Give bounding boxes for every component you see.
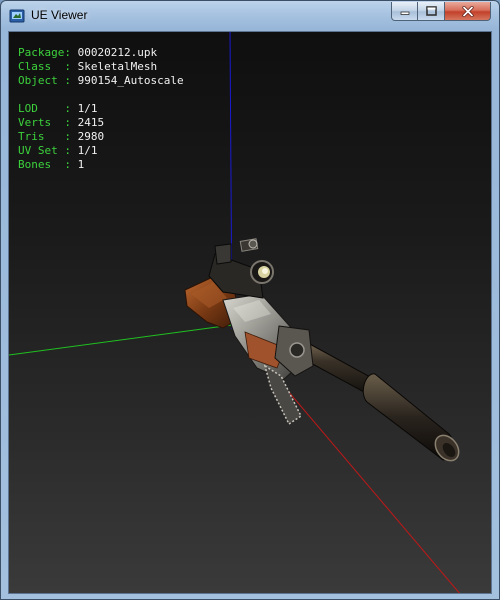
info-separator: : — [64, 130, 78, 143]
info-row-bones: Bones : 1 — [18, 158, 184, 172]
mesh-info-overlay: Package: 00020212.upk Class : SkeletalMe… — [18, 46, 184, 172]
info-value: 2415 — [77, 116, 105, 129]
maximize-button[interactable] — [418, 2, 445, 21]
axis-y-line — [9, 324, 233, 356]
title-bar[interactable]: UE Viewer — [1, 1, 499, 31]
info-label: Package — [18, 46, 65, 59]
info-label: Verts — [18, 116, 65, 129]
3d-viewport[interactable]: Package: 00020212.upk Class : SkeletalMe… — [8, 31, 492, 594]
info-label: LOD — [18, 102, 65, 115]
info-label: Class — [18, 60, 65, 73]
minimize-button[interactable] — [391, 2, 418, 21]
info-row-object: Object : 990154_Autoscale — [18, 74, 184, 88]
info-separator: : — [64, 60, 78, 73]
ue-viewer-app-icon — [9, 9, 25, 23]
close-icon — [461, 5, 474, 17]
info-row-package: Package: 00020212.upk — [18, 46, 184, 60]
info-row-class: Class : SkeletalMesh — [18, 60, 184, 74]
info-label: Object — [18, 74, 65, 87]
minimize-icon — [400, 11, 409, 15]
info-label: Bones — [18, 158, 65, 171]
info-separator: : — [64, 116, 78, 129]
info-value: SkeletalMesh — [77, 60, 158, 73]
info-separator: : — [64, 74, 78, 87]
info-value: 00020212.upk — [77, 46, 158, 59]
info-value: 1 — [77, 158, 85, 171]
info-label: UV Set — [18, 144, 65, 157]
info-row-lod: LOD : 1/1 — [18, 102, 184, 116]
info-value: 990154_Autoscale — [77, 74, 184, 87]
info-separator: : — [64, 102, 78, 115]
app-window: UE Viewer Package: 00020212.upk Class: … — [0, 0, 500, 600]
info-row-verts: Verts : 2415 — [18, 116, 184, 130]
info-value: 1/1 — [77, 102, 98, 115]
maximize-icon — [425, 6, 437, 16]
info-separator: : — [64, 158, 78, 171]
info-value: 2980 — [77, 130, 105, 143]
info-value: 1/1 — [77, 144, 98, 157]
info-row-uvset: UV Set : 1/1 — [18, 144, 184, 158]
info-separator: : — [64, 144, 78, 157]
info-label: Tris — [18, 130, 65, 143]
rifle-mesh — [184, 238, 460, 462]
info-separator: : — [64, 46, 78, 59]
window-title: UE Viewer — [31, 8, 88, 22]
close-button[interactable] — [445, 2, 491, 21]
info-row-tris: Tris : 2980 — [18, 130, 184, 144]
